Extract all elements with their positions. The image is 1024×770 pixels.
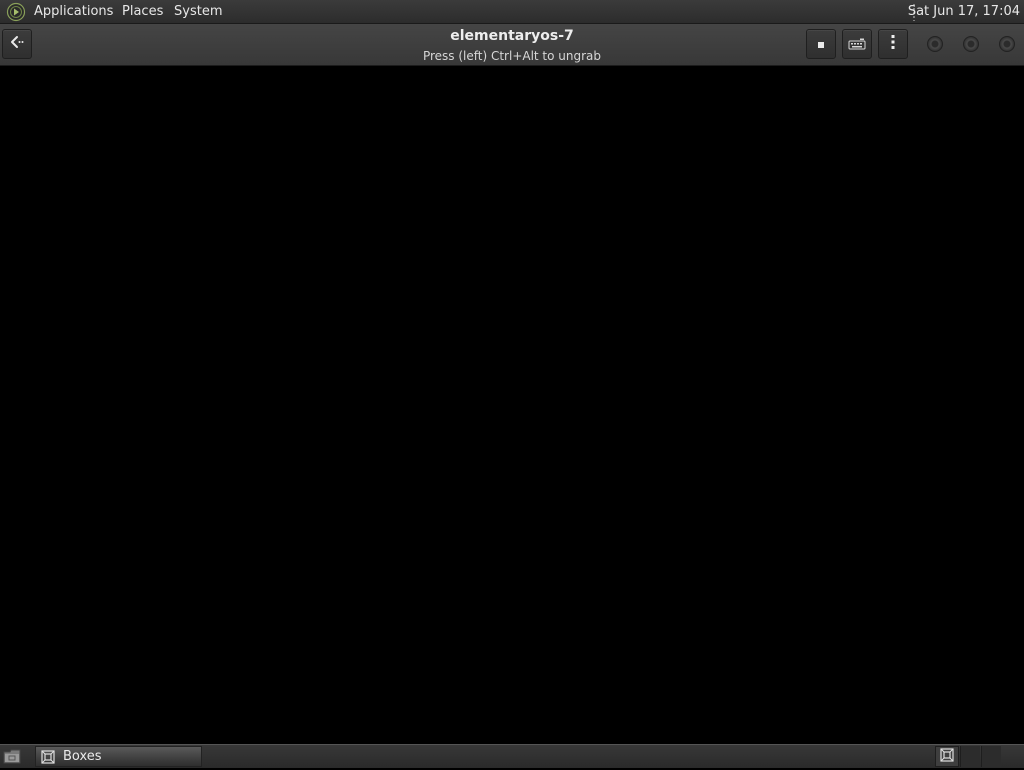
top-panel: Applications Places System Sat Jun 17, 1… [0,0,1024,24]
header-bar: elementaryos-7 Press (left) Ctrl+Alt to … [0,24,1024,66]
mate-logo-icon[interactable] [6,2,26,22]
clock[interactable]: Sat Jun 17, 17:04 [908,4,1020,20]
minimize-button[interactable] [927,36,943,52]
bottom-panel: Boxes [0,744,1024,768]
taskbar-item-label: Boxes [63,749,102,764]
show-desktop-icon[interactable] [2,747,22,766]
window-title: elementaryos-7 [450,28,574,44]
boxes-icon [939,747,955,767]
boxes-icon [40,749,56,765]
system-menu[interactable]: System [174,4,222,20]
maximize-button[interactable] [963,36,979,52]
stop-icon [816,35,826,54]
menu-button[interactable] [878,29,908,59]
taskbar-item-boxes[interactable]: Boxes [35,746,202,767]
go-back-icon [9,34,25,54]
vm-display[interactable] [0,66,1024,744]
send-keys-button[interactable] [806,29,836,59]
keyboard-icon [848,35,866,54]
places-menu[interactable]: Places [122,4,163,20]
workspace-switcher-1[interactable] [935,746,959,767]
workspace-switcher-2[interactable] [960,746,980,767]
workspace-switcher-3[interactable] [981,746,1001,767]
keyboard-button[interactable] [842,29,872,59]
view-more-icon [890,34,896,54]
applications-menu[interactable]: Applications [34,4,113,20]
window-subtitle: Press (left) Ctrl+Alt to ungrab [422,49,602,63]
back-button[interactable] [2,29,32,59]
close-button[interactable] [999,36,1015,52]
